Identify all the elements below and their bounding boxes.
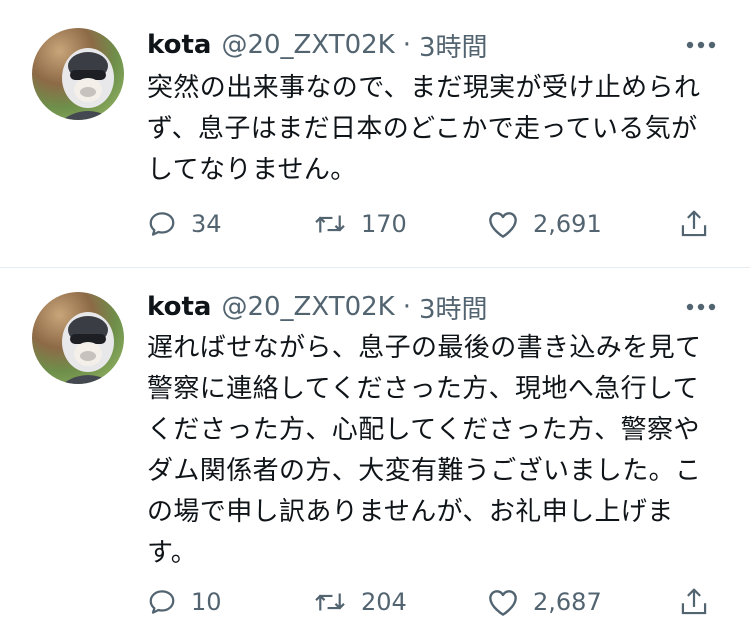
retweet-count: 204: [361, 588, 407, 616]
tweet-text: 遅ればせながら、息子の最後の書き込みを見て 警察に連絡してくださった方、現地へ急…: [147, 333, 702, 568]
tweet[interactable]: kota @20_ZXT02K · 3時間 遅ればせながら、息子の最後の書き込み…: [0, 0, 750, 638]
separator-dot: ·: [402, 292, 411, 322]
heart-icon: [489, 590, 517, 616]
more-icon: [686, 303, 716, 311]
share-icon: [681, 588, 707, 615]
tweet-header: kota @20_ZXT02K · 3時間: [147, 289, 488, 326]
like-count: 2,687: [533, 588, 602, 616]
reply-count: 10: [191, 588, 222, 616]
user-name[interactable]: kota: [147, 292, 211, 322]
timestamp[interactable]: 3時間: [419, 289, 488, 326]
reply-button[interactable]: 10: [147, 582, 222, 622]
tweet-actions: 10 204 2,687: [147, 582, 717, 622]
retweet-button[interactable]: 204: [313, 582, 407, 622]
reply-icon: [149, 590, 175, 614]
retweet-icon: [315, 593, 345, 611]
share-button[interactable]: [679, 582, 709, 622]
user-handle[interactable]: @20_ZXT02K: [221, 292, 394, 322]
like-button[interactable]: 2,687: [487, 582, 602, 622]
more-button[interactable]: [684, 292, 718, 322]
avatar[interactable]: [32, 292, 124, 384]
